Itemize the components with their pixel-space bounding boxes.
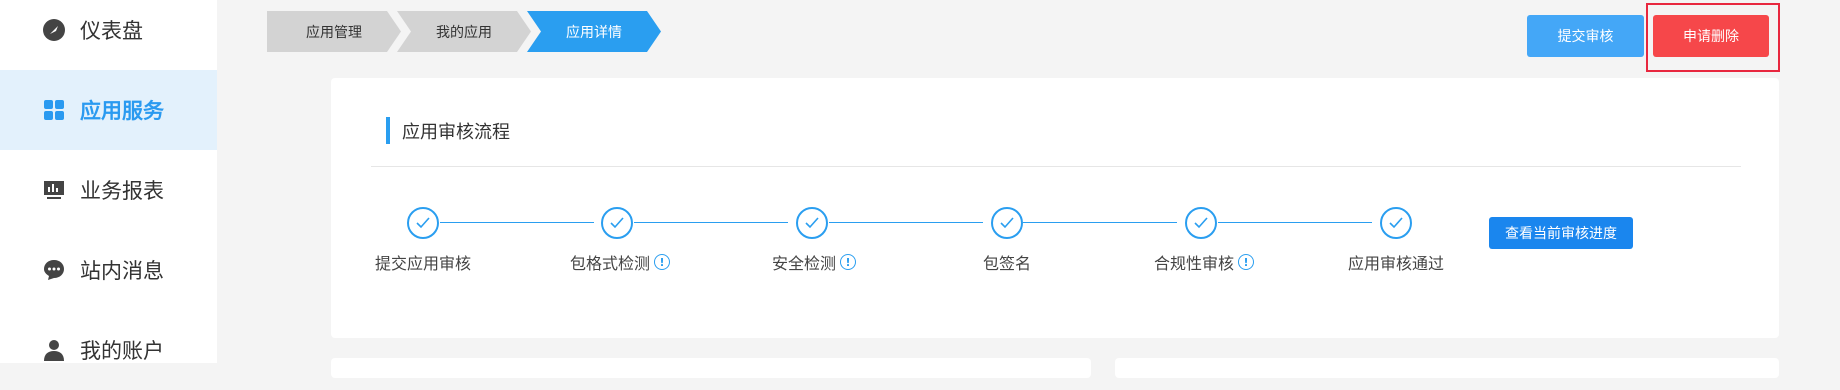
info-icon[interactable]: ! — [1238, 254, 1255, 270]
sidebar-item-dashboard[interactable]: 仪表盘 — [0, 0, 217, 70]
step-connector — [829, 222, 983, 223]
step-label-compliance: 合规性审核 ! — [1153, 250, 1255, 274]
sidebar-item-label: 站内消息 — [80, 259, 164, 283]
step-connector — [634, 222, 788, 223]
sidebar-item-label: 仪表盘 — [80, 19, 143, 43]
sidebar-item-label: 我的账户 — [80, 339, 164, 363]
step-label-text: 合规性审核 — [1153, 254, 1235, 273]
user-icon — [42, 338, 66, 362]
breadcrumb-label: 应用详情 — [566, 24, 622, 41]
breadcrumb-label: 应用管理 — [306, 24, 362, 41]
breadcrumb-label: 我的应用 — [436, 24, 492, 41]
step-check-icon — [1380, 207, 1412, 239]
step-label-submit: 提交应用审核 — [375, 250, 471, 274]
step-label-text: 提交应用审核 — [374, 254, 472, 273]
view-progress-button[interactable]: 查看当前审核进度 — [1489, 217, 1633, 249]
grid-icon — [42, 98, 66, 122]
step-check-icon — [796, 207, 828, 239]
sidebar-item-reports[interactable]: 业务报表 — [0, 150, 217, 230]
step-label-text: 包格式检测 — [569, 254, 651, 273]
sidebar-item-messages[interactable]: 站内消息 — [0, 230, 217, 310]
report-icon — [42, 178, 66, 202]
step-label-text: 应用审核通过 — [1347, 254, 1445, 273]
section-title: 应用审核流程 — [386, 117, 510, 144]
chat-icon — [42, 258, 66, 282]
step-label-signing: 包签名 — [983, 250, 1031, 274]
step-connector — [1023, 222, 1177, 223]
sidebar-item-label: 应用服务 — [80, 99, 164, 123]
sidebar-item-app-services[interactable]: 应用服务 — [0, 70, 217, 150]
annotation-highlight-box — [1646, 3, 1780, 72]
step-label-text: 包签名 — [982, 254, 1032, 273]
breadcrumb-item-app-management[interactable]: 应用管理 — [267, 11, 401, 52]
breadcrumb-item-app-details[interactable]: 应用详情 — [527, 11, 661, 52]
sidebar: 仪表盘 应用服务 业务报表 站内消息 我的账户 — [0, 0, 217, 363]
step-check-icon — [601, 207, 633, 239]
divider — [371, 166, 1741, 167]
step-check-icon — [407, 207, 439, 239]
lower-card-right — [1115, 358, 1779, 378]
step-check-icon — [1185, 207, 1217, 239]
title-accent-bar — [386, 117, 390, 144]
step-check-icon — [991, 207, 1023, 239]
dashboard-icon — [42, 18, 66, 42]
info-icon[interactable]: ! — [840, 254, 857, 270]
breadcrumb-item-my-apps[interactable]: 我的应用 — [397, 11, 531, 52]
lower-card-left — [331, 358, 1091, 378]
step-connector — [440, 222, 594, 223]
submit-review-button[interactable]: 提交审核 — [1527, 15, 1644, 57]
sidebar-item-account[interactable]: 我的账户 — [0, 310, 217, 390]
step-label-text: 安全检测 — [771, 254, 837, 273]
sidebar-item-label: 业务报表 — [80, 179, 164, 203]
step-label-approved: 应用审核通过 — [1348, 250, 1444, 274]
info-icon[interactable]: ! — [654, 254, 671, 270]
review-flow-card — [331, 78, 1779, 338]
step-label-security: 安全检测 ! — [771, 250, 857, 274]
step-label-package-format: 包格式检测 ! — [569, 250, 671, 274]
step-connector — [1218, 222, 1372, 223]
section-title-text: 应用审核流程 — [402, 121, 510, 143]
